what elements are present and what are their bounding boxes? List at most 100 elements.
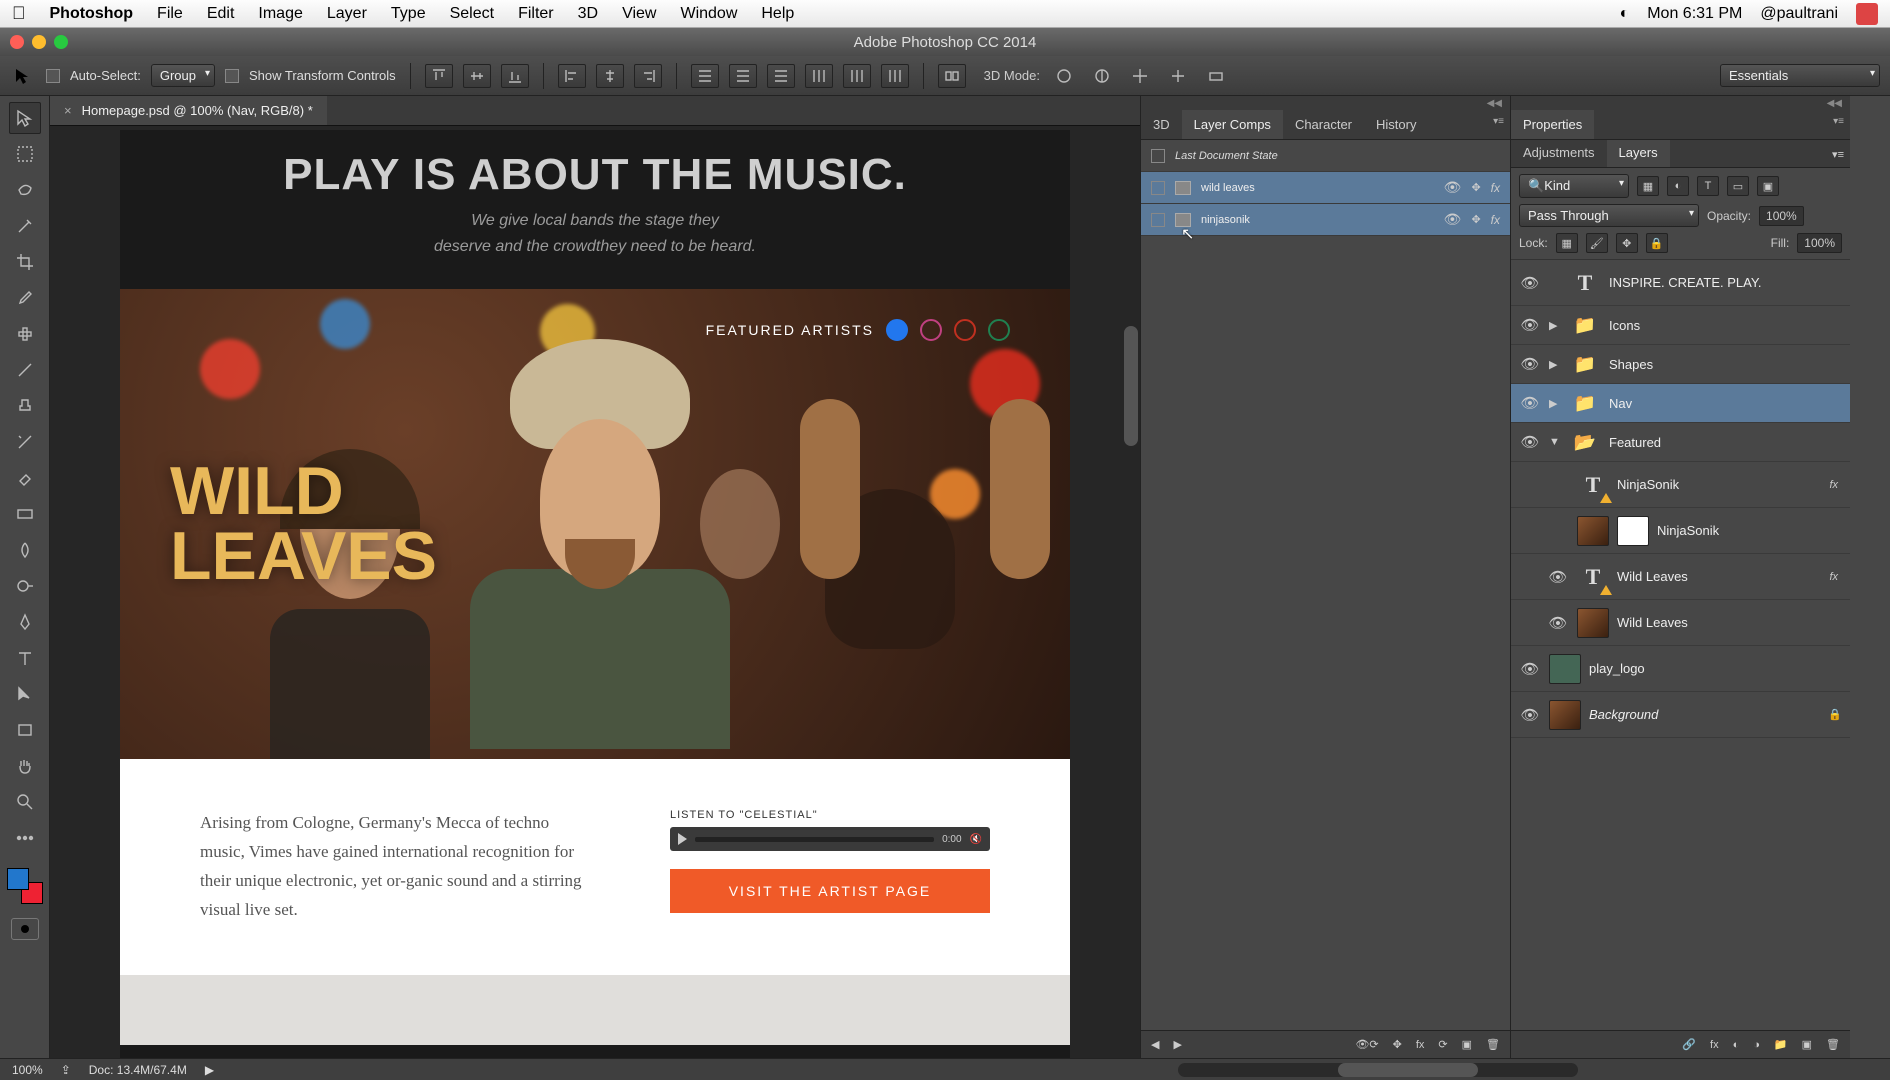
filter-shape-icon[interactable]: ▭ — [1727, 176, 1749, 196]
path-select-tool[interactable] — [9, 678, 41, 710]
crop-tool[interactable] — [9, 246, 41, 278]
brush-tool[interactable] — [9, 354, 41, 386]
new-group-icon[interactable]: 📁 — [1774, 1038, 1788, 1051]
new-layer-icon[interactable]: ▣ — [1802, 1038, 1812, 1051]
menubar-avatar[interactable] — [1856, 3, 1878, 25]
3d-roll-icon[interactable] — [1088, 64, 1116, 88]
visibility-icon[interactable]: 👁 — [1519, 706, 1541, 724]
tab-layers[interactable]: Layers — [1607, 138, 1670, 167]
layer-row[interactable]: 👁 play_logo — [1511, 646, 1850, 692]
document-tab[interactable]: × Homepage.psd @ 100% (Nav, RGB/8) * — [50, 96, 327, 125]
healing-tool[interactable] — [9, 318, 41, 350]
align-right-icon[interactable] — [634, 64, 662, 88]
visibility-icon[interactable]: 👁 — [1519, 433, 1541, 451]
zoom-tool[interactable] — [9, 786, 41, 818]
filter-adjust-icon[interactable]: ◐ — [1667, 176, 1689, 196]
menu-edit[interactable]: Edit — [207, 5, 235, 23]
filter-smart-icon[interactable]: ▣ — [1757, 176, 1779, 196]
layer-row[interactable]: 👁 Background 🔒 — [1511, 692, 1850, 738]
layer-row[interactable]: 👁 T Wild Leaves fx — [1511, 554, 1850, 600]
3d-orbit-icon[interactable] — [1050, 64, 1078, 88]
marquee-tool[interactable] — [9, 138, 41, 170]
lc-new-icon[interactable]: ▣ — [1462, 1038, 1472, 1051]
rectangle-tool[interactable] — [9, 714, 41, 746]
distribute-bottom-icon[interactable] — [767, 64, 795, 88]
canvas-hscrollbar[interactable] — [1178, 1063, 1578, 1077]
lock-icon[interactable]: 🔒 — [1828, 708, 1842, 721]
panel-menu-icon[interactable]: ▾≡ — [1493, 116, 1504, 127]
hand-tool[interactable] — [9, 750, 41, 782]
layer-row[interactable]: 👁 ▶ 📁 Icons — [1511, 306, 1850, 345]
3d-slide-icon[interactable] — [1164, 64, 1192, 88]
current-tool-icon[interactable] — [10, 63, 36, 89]
type-tool[interactable] — [9, 642, 41, 674]
wand-tool[interactable] — [9, 210, 41, 242]
visibility-icon[interactable]: 👁 — [1519, 660, 1541, 678]
edit-toolbar[interactable] — [9, 822, 41, 854]
layer-row[interactable]: 👁 ▶ 📁 Nav — [1511, 384, 1850, 423]
3d-pan-icon[interactable] — [1126, 64, 1154, 88]
layer-row[interactable]: T NinjaSonik fx — [1511, 462, 1850, 508]
cc-sync-icon[interactable]: ◐ — [1620, 5, 1630, 23]
filter-pixel-icon[interactable]: ▦ — [1637, 176, 1659, 196]
lc-update-visibility-icon[interactable]: 👁⟳ — [1355, 1038, 1378, 1051]
apple-icon[interactable]:  — [12, 3, 26, 24]
panel-collapse-2[interactable]: ◀◀ — [1511, 96, 1850, 110]
volume-icon[interactable]: 🔇 — [970, 834, 982, 845]
lc-apply-checkbox[interactable] — [1151, 181, 1165, 195]
auto-align-icon[interactable] — [938, 64, 966, 88]
layer-row[interactable]: 👁 T INSPIRE. CREATE. PLAY. — [1511, 260, 1850, 306]
lock-transparency-icon[interactable]: ▦ — [1556, 233, 1578, 253]
play-icon[interactable] — [678, 833, 687, 845]
lock-position-icon[interactable]: ✥ — [1616, 233, 1638, 253]
visibility-icon[interactable]: 👁 — [1547, 568, 1569, 586]
layer-style-icon[interactable]: fx — [1710, 1039, 1719, 1051]
menu-type[interactable]: Type — [391, 5, 426, 23]
filter-type-icon[interactable]: T — [1697, 176, 1719, 196]
lc-visibility-icon[interactable]: 👁 — [1443, 179, 1461, 196]
zoom-level[interactable]: 100% — [12, 1063, 43, 1077]
gradient-tool[interactable] — [9, 498, 41, 530]
layer-row[interactable]: NinjaSonik — [1511, 508, 1850, 554]
layer-comp-row[interactable]: ninjasonik 👁 ✥ fx — [1141, 204, 1510, 236]
visibility-icon[interactable]: 👁 — [1519, 355, 1541, 373]
window-close[interactable] — [10, 35, 24, 49]
canvas[interactable]: PLAY IS ABOUT THE MUSIC. We give local b… — [120, 130, 1070, 1058]
share-icon[interactable]: ⇪ — [61, 1063, 71, 1077]
doc-size[interactable]: Doc: 13.4M/67.4M — [89, 1063, 187, 1077]
link-layers-icon[interactable]: 🔗 — [1682, 1038, 1696, 1051]
lc-next-icon[interactable]: ▶ — [1173, 1038, 1181, 1051]
menu-layer[interactable]: Layer — [327, 5, 367, 23]
tab-character[interactable]: Character — [1283, 110, 1364, 139]
audio-player[interactable]: 0:00 🔇 — [670, 827, 990, 851]
lc-apply-checkbox[interactable] — [1151, 213, 1165, 227]
distribute-left-icon[interactable] — [805, 64, 833, 88]
align-hcenter-icon[interactable] — [596, 64, 624, 88]
doc-info-arrow-icon[interactable]: ▶ — [205, 1063, 214, 1077]
lc-fx-icon[interactable]: fx — [1491, 213, 1500, 227]
stamp-tool[interactable] — [9, 390, 41, 422]
tab-adjustments[interactable]: Adjustments — [1511, 138, 1607, 167]
visibility-icon[interactable]: 👁 — [1547, 614, 1569, 632]
distribute-hcenter-icon[interactable] — [843, 64, 871, 88]
eyedropper-tool[interactable] — [9, 282, 41, 314]
lasso-tool[interactable] — [9, 174, 41, 206]
auto-select-dropdown[interactable]: Group — [151, 64, 215, 87]
auto-select-checkbox[interactable] — [46, 69, 60, 83]
audio-track[interactable] — [695, 837, 934, 842]
history-brush-tool[interactable] — [9, 426, 41, 458]
layer-fx-icon[interactable]: fx — [1829, 571, 1838, 583]
visibility-icon[interactable]: 👁 — [1519, 394, 1541, 412]
panel-collapse-1[interactable]: ◀◀ — [1141, 96, 1510, 110]
tab-close-icon[interactable]: × — [64, 103, 72, 118]
delete-layer-icon[interactable]: 🗑 — [1826, 1038, 1840, 1051]
blur-tool[interactable] — [9, 534, 41, 566]
menu-image[interactable]: Image — [258, 5, 302, 23]
layer-mask-icon[interactable]: ◐ — [1733, 1039, 1740, 1051]
lc-apply-checkbox[interactable] — [1151, 149, 1165, 163]
window-minimize[interactable] — [32, 35, 46, 49]
canvas-vscrollbar[interactable] — [1124, 326, 1138, 446]
layer-row[interactable]: 👁 Wild Leaves — [1511, 600, 1850, 646]
menu-app[interactable]: Photoshop — [50, 5, 134, 23]
disclosure-icon[interactable]: ▶ — [1549, 397, 1561, 410]
